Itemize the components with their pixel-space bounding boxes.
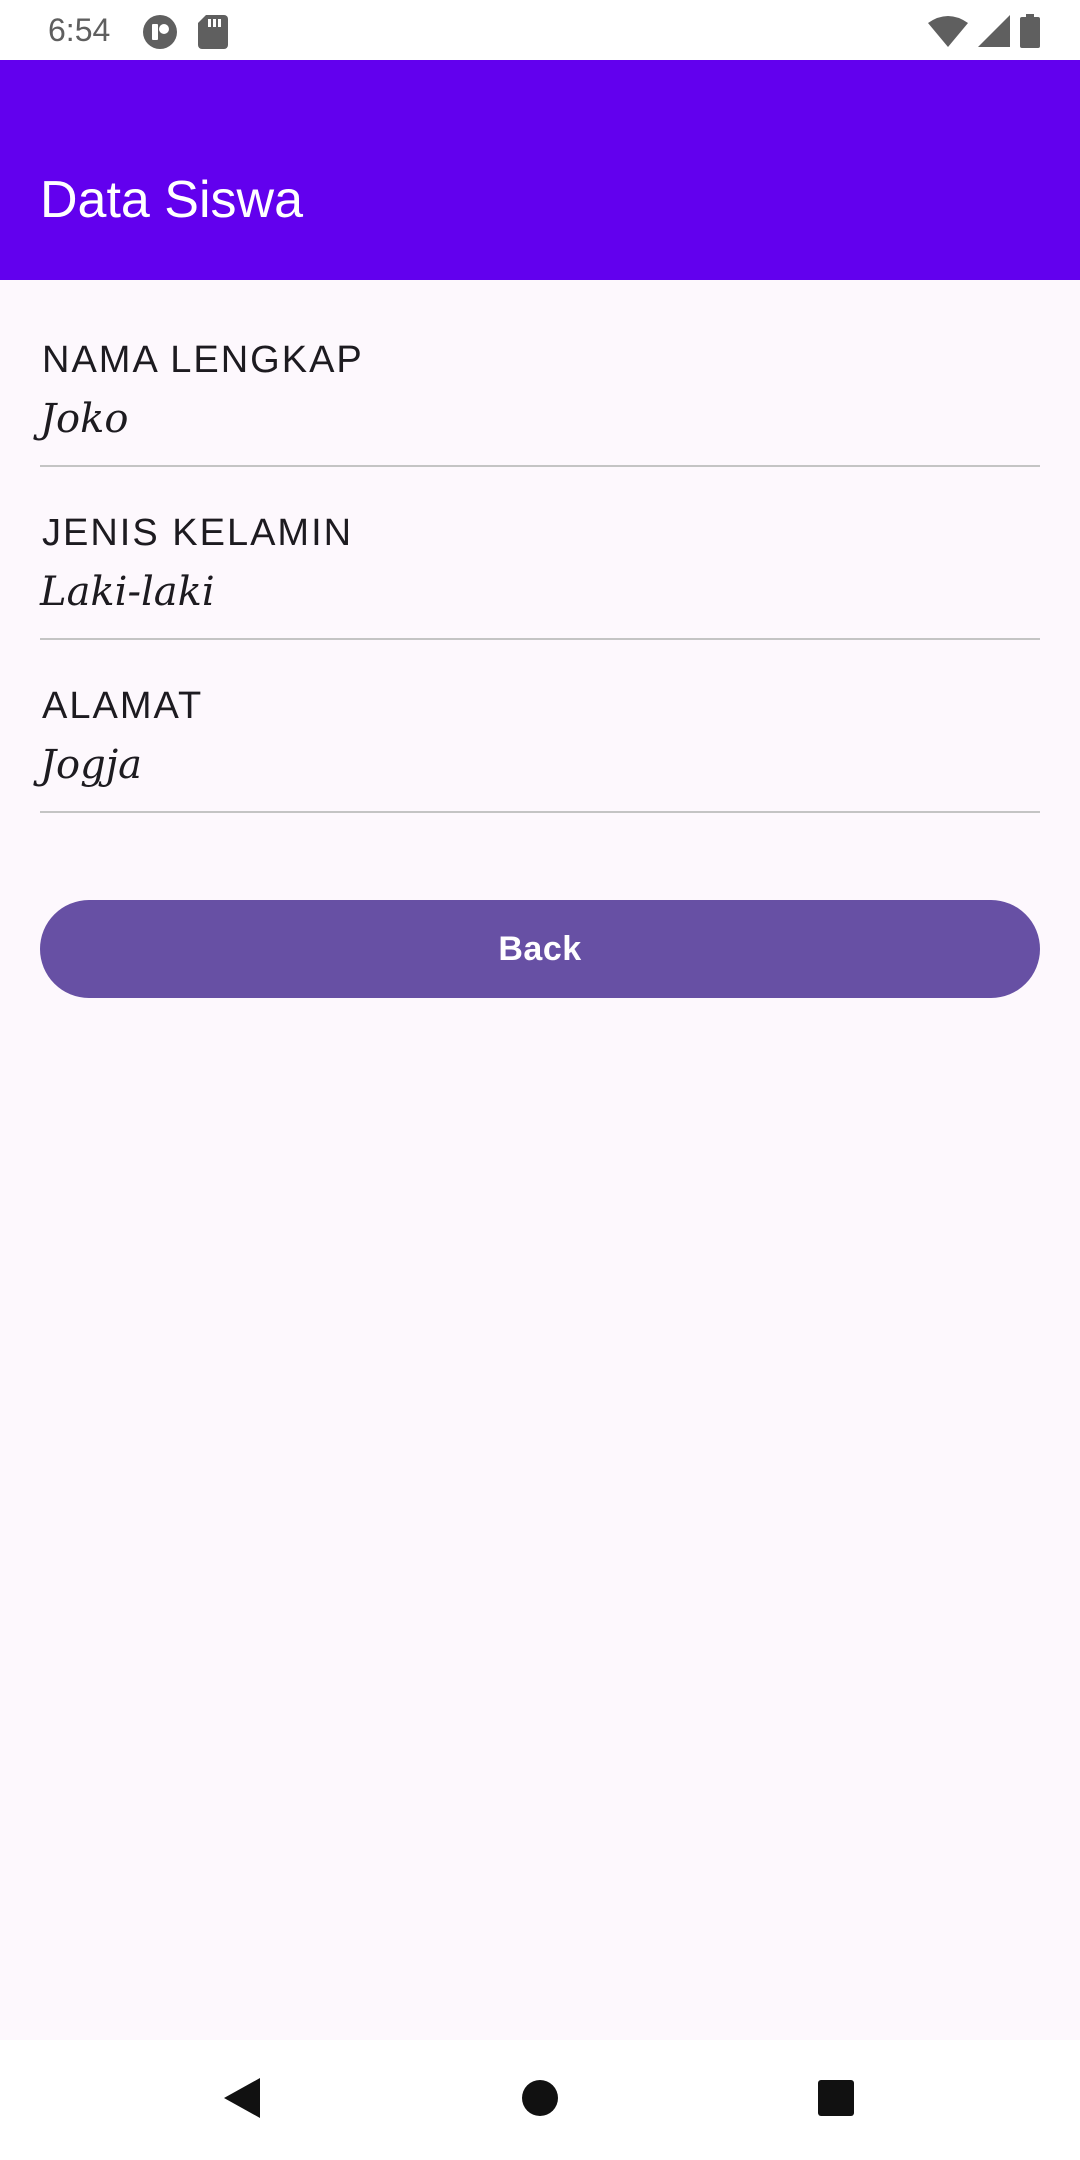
wifi-icon [928,15,968,52]
status-right-icons [928,14,1040,53]
field-value: Jogja [40,742,142,788]
status-left-icons [142,14,228,55]
field-divider [40,638,1040,640]
field-label: NAMA LENGKAP [42,339,364,381]
battery-icon [1020,14,1040,53]
field-label: JENIS KELAMIN [42,512,354,554]
field-value: Laki-laki [40,569,215,615]
status-time: 6:54 [48,12,111,48]
nav-home-button[interactable] [500,2060,580,2140]
status-bar: 6:54 [0,0,1080,60]
field-value: Joko [40,396,129,442]
cell-signal-icon [978,15,1010,52]
sd-card-icon [198,15,228,54]
field-jenis-kelamin: JENIS KELAMIN Laki-laki [40,468,1040,640]
field-alamat: ALAMAT Jogja [40,641,1040,813]
app-bar: Data Siswa [0,60,1080,280]
field-divider [40,465,1040,467]
nav-recents-button[interactable] [796,2060,876,2140]
system-nav-bar [0,2040,1080,2160]
nav-back-button[interactable] [202,2060,282,2140]
field-label: ALAMAT [42,685,204,727]
app-title: Data Siswa [40,171,303,229]
back-triangle-icon [222,2076,262,2125]
back-button[interactable]: Back [40,900,1040,998]
field-nama-lengkap: NAMA LENGKAP Joko [40,295,1040,467]
home-circle-icon [521,2079,559,2122]
cast-icon [142,14,178,55]
field-divider [40,811,1040,813]
recents-square-icon [817,2079,855,2122]
back-button-label: Back [498,929,582,968]
